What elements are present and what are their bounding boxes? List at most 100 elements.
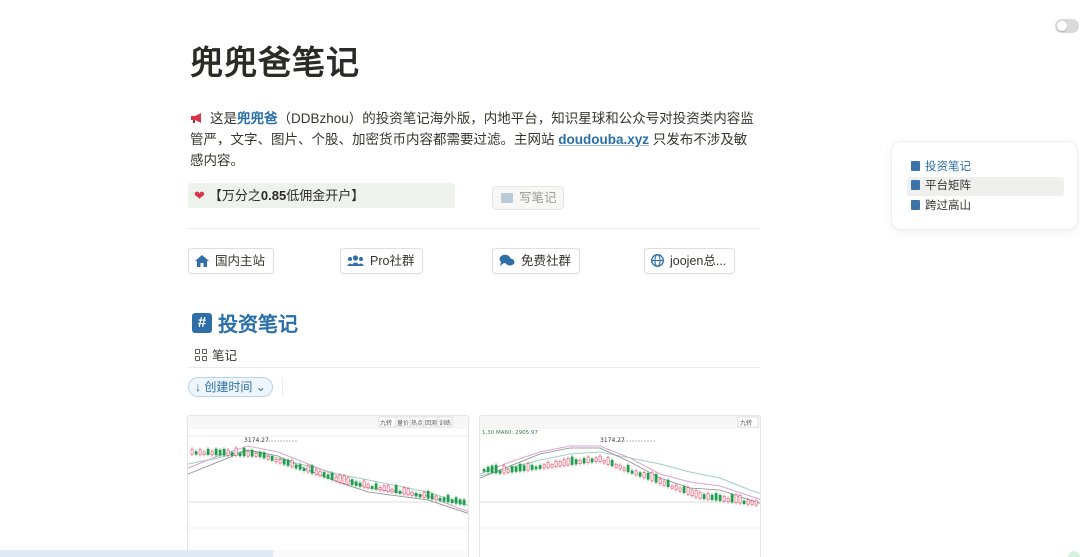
candles-group <box>482 454 758 508</box>
candle-body <box>194 451 198 455</box>
toolbar-label: 九转 <box>380 419 392 427</box>
toc-item-cross-mountains[interactable]: 跨过高山 <box>907 197 1064 216</box>
chat-bubble-icon[interactable] <box>1068 551 1080 557</box>
candle-body <box>486 466 490 473</box>
write-note-button[interactable]: 写笔记 <box>492 186 564 210</box>
gallery-card[interactable]: 九转 1.30 MA60: 2905.97 3174.27 <box>479 415 761 557</box>
candle-body <box>674 485 678 491</box>
candle-body <box>294 465 298 469</box>
view-tab-notes[interactable]: 笔记 <box>195 345 237 364</box>
candle-body <box>494 464 498 474</box>
candle-body <box>542 464 546 469</box>
candle-body <box>638 472 642 477</box>
candle-body <box>682 486 686 493</box>
toc-label: 跨过高山 <box>925 200 971 212</box>
candle-body <box>554 460 558 467</box>
candle-body <box>426 491 430 499</box>
candle-body <box>402 487 406 495</box>
candle-body <box>606 457 610 465</box>
heart-icon: ❤ <box>194 188 205 203</box>
intro-prefix: 这是 <box>210 111 237 126</box>
candle-body <box>370 486 374 489</box>
globe-icon <box>651 254 664 268</box>
candle-body <box>510 466 514 473</box>
candle-body <box>210 450 214 456</box>
candle-body <box>462 499 466 506</box>
nav-button-home[interactable]: 国内主站 <box>188 248 275 274</box>
candle-body <box>222 448 226 456</box>
page-title: 兜兜爸笔记 <box>190 44 360 81</box>
candle-body <box>754 500 758 506</box>
candle-body <box>434 495 438 501</box>
candles-group <box>190 446 466 507</box>
nav-button-joojen[interactable]: joojen总... <box>644 248 736 274</box>
gallery-card[interactable]: 九转 量价 热点 回测 训练 3174.27 <box>187 415 469 557</box>
chevron-down-icon: ⌄ <box>255 380 266 394</box>
view-divider <box>188 367 760 368</box>
intro-brand: 兜兜爸 <box>237 111 278 126</box>
candle-body <box>686 487 690 495</box>
candlestick-chart-thumbnail: 九转 1.30 MA60: 2905.97 3174.27 <box>480 416 760 529</box>
candle-body <box>730 494 734 503</box>
document-icon <box>911 161 920 171</box>
sort-created-time-pill[interactable]: ↓ 创建时间 ⌄ <box>188 377 273 397</box>
toggle-knob <box>1057 21 1067 31</box>
candle-body <box>502 465 506 474</box>
candle-body <box>550 464 554 468</box>
megaphone-icon <box>191 113 201 123</box>
candle-body <box>382 485 386 491</box>
intro-paragraph: 这是兜兜爸（DDBzhou）的投资笔记海外版，内地平台，知识星球和公众号对投资类… <box>190 108 760 171</box>
candle-body <box>446 494 450 503</box>
candle-body <box>642 472 646 479</box>
nav-label: 国内主站 <box>215 254 266 268</box>
candle-body <box>190 448 194 455</box>
candle-body <box>274 458 278 463</box>
candle-body <box>514 466 518 472</box>
candle-body <box>358 482 362 487</box>
candle-body <box>422 492 426 498</box>
candle-body <box>238 452 242 457</box>
candle-body <box>746 499 750 505</box>
candle-body <box>618 464 622 470</box>
candle-body <box>346 477 350 485</box>
candle-body <box>282 459 286 465</box>
nav-button-pro[interactable]: Pro社群 <box>340 248 424 274</box>
candle-body <box>610 460 614 467</box>
table-of-contents: 投资笔记 平台矩阵 跨过高山 <box>891 141 1078 230</box>
toc-item-investment-notes[interactable]: 投资笔记 <box>907 158 1064 177</box>
candle-body <box>482 469 486 472</box>
note-icon <box>501 193 513 203</box>
candle-body <box>366 483 370 489</box>
candle-body <box>506 469 510 473</box>
toc-item-platform-matrix[interactable]: 平台矩阵 <box>907 177 1064 196</box>
sort-separator <box>282 378 283 396</box>
nav-button-free[interactable]: 免费社群 <box>492 248 581 274</box>
candle-body <box>242 447 246 457</box>
chat-icon <box>499 255 515 267</box>
candle-body <box>458 499 462 505</box>
document-icon <box>911 180 920 190</box>
candle-body <box>626 464 630 473</box>
section-title: # 投资笔记 <box>192 308 298 337</box>
candle-body <box>562 459 566 466</box>
nav-label: joojen总... <box>670 254 727 268</box>
candle-body <box>566 458 570 466</box>
candle-body <box>750 500 754 505</box>
site-link[interactable]: doudouba.xyz <box>558 132 649 147</box>
candle-body <box>634 470 638 476</box>
candle-body <box>334 476 338 482</box>
theme-toggle[interactable] <box>1055 19 1079 33</box>
candle-body <box>250 449 254 457</box>
candle-body <box>310 465 314 474</box>
candle-body <box>270 456 274 461</box>
candle-body <box>706 493 710 500</box>
candle-body <box>254 453 258 457</box>
candle-body <box>342 475 346 484</box>
candle-body <box>698 491 702 499</box>
candle-body <box>338 474 342 483</box>
candle-body <box>590 458 594 463</box>
toolbar-label: 量价 <box>397 420 409 427</box>
promo-callout[interactable]: ❤ 【万分之0.85低佣金开户】 <box>188 183 455 208</box>
candle-body <box>286 459 290 466</box>
candle-body <box>726 498 730 502</box>
